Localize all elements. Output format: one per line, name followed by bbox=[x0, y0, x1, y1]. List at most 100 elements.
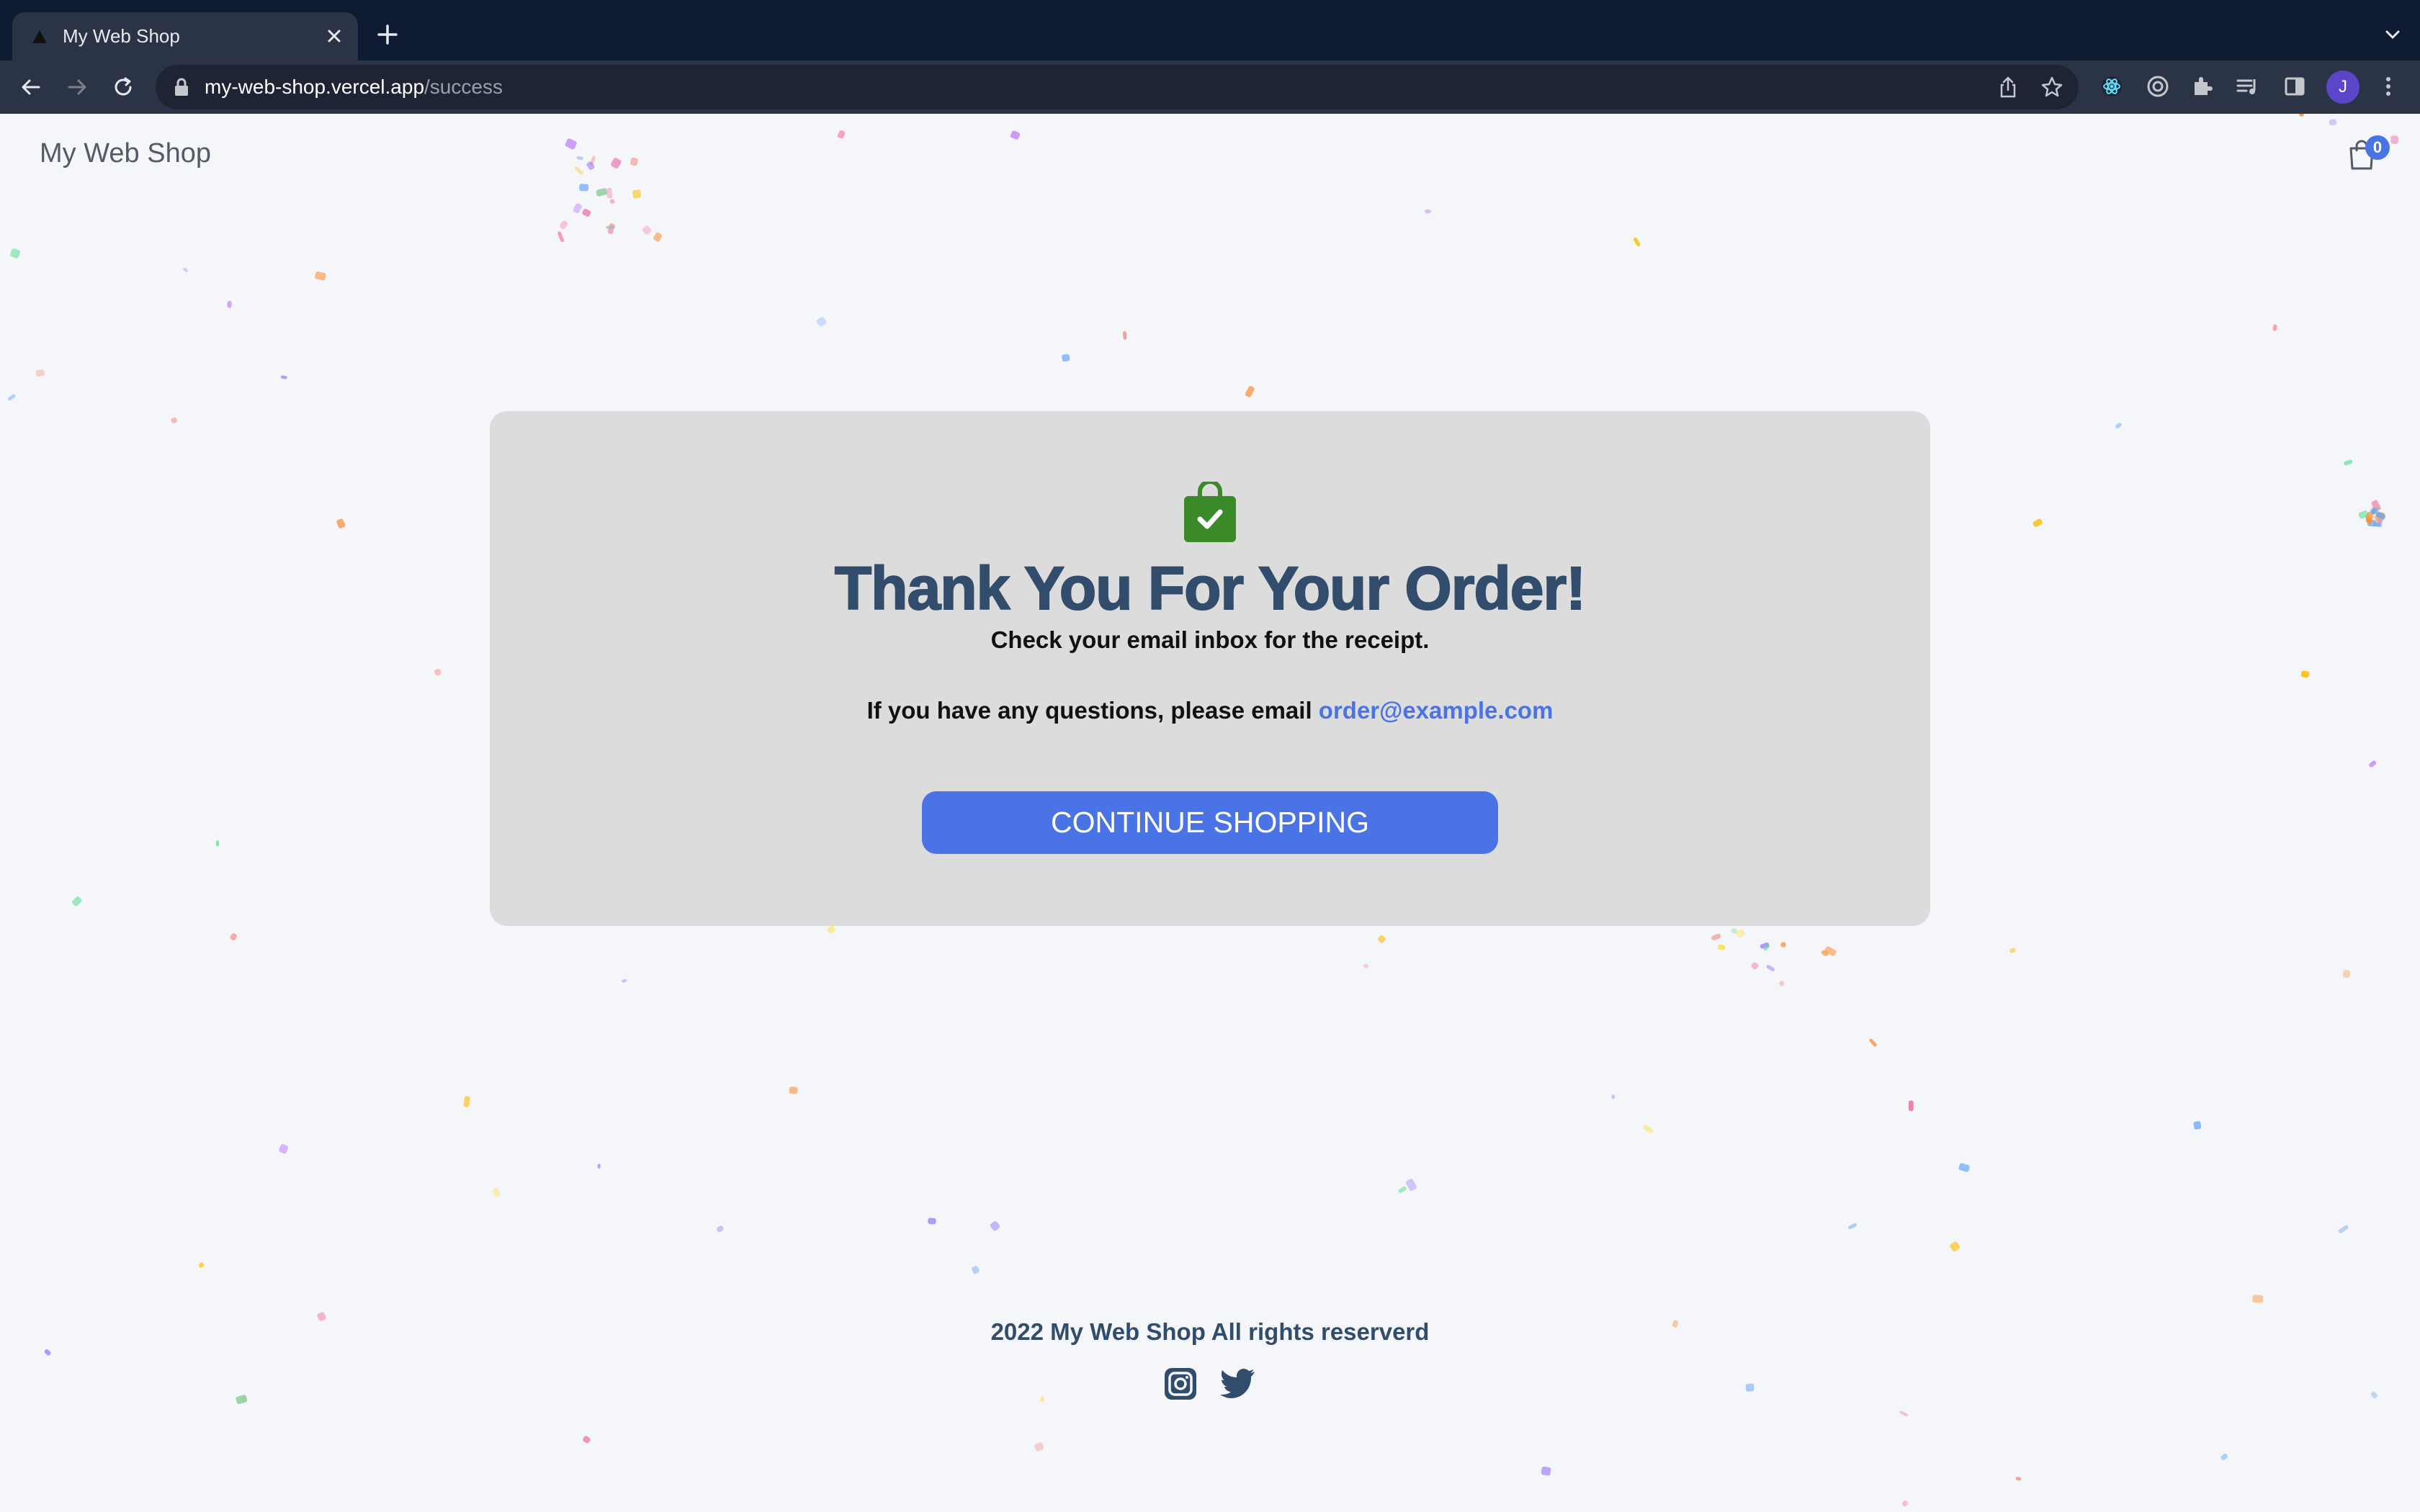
confetti-piece bbox=[44, 1349, 51, 1356]
brand-logo-text[interactable]: My Web Shop bbox=[40, 135, 211, 171]
confetti-piece bbox=[606, 187, 613, 199]
confetti-piece bbox=[579, 184, 589, 192]
confetti-piece bbox=[2373, 517, 2383, 527]
confetti-piece bbox=[1958, 1163, 1970, 1172]
confetti-piece bbox=[336, 518, 346, 528]
confetti-piece bbox=[2374, 514, 2380, 523]
confetti-piece bbox=[280, 375, 287, 379]
lock-icon[interactable] bbox=[173, 77, 190, 97]
confetti-piece bbox=[1010, 130, 1021, 140]
confetti-piece bbox=[1824, 946, 1837, 956]
confetti-piece bbox=[2375, 511, 2386, 520]
order-success-card: Thank You For Your Order! Check your ema… bbox=[490, 411, 1930, 926]
confetti-piece bbox=[71, 896, 82, 906]
confetti-piece bbox=[621, 978, 627, 983]
shopping-bag-check-icon bbox=[1184, 482, 1236, 542]
browser-menu-icon[interactable] bbox=[2374, 72, 2403, 101]
confetti-piece bbox=[1847, 1223, 1857, 1230]
confetti-piece bbox=[2390, 135, 2399, 144]
url-text[interactable]: my-web-shop.vercel.app/success bbox=[205, 74, 503, 100]
confetti-piece bbox=[2272, 324, 2277, 331]
reload-icon[interactable] bbox=[108, 72, 138, 102]
confetti-piece bbox=[1950, 1241, 1960, 1252]
confetti-piece bbox=[2015, 1477, 2022, 1481]
confetti-piece bbox=[653, 232, 663, 242]
confetti-piece bbox=[1398, 1186, 1407, 1193]
confetti-piece bbox=[2115, 423, 2122, 428]
confetti-piece bbox=[2366, 517, 2372, 525]
confetti-piece bbox=[789, 1086, 798, 1094]
extensions-icon[interactable] bbox=[2188, 72, 2217, 101]
confetti-piece bbox=[2344, 459, 2353, 466]
support-email-link[interactable]: order@example.com bbox=[1319, 697, 1554, 724]
tab-title: My Web Shop bbox=[63, 25, 180, 47]
confetti-piece bbox=[632, 189, 642, 199]
confetti-piece bbox=[2252, 1295, 2264, 1303]
confetti-piece bbox=[1717, 944, 1726, 950]
confetti-piece bbox=[215, 840, 220, 847]
back-icon[interactable] bbox=[16, 72, 46, 102]
confetti-piece bbox=[583, 1436, 591, 1444]
confetti-piece bbox=[2366, 516, 2372, 523]
confetti-piece bbox=[2370, 506, 2378, 514]
confetti-piece bbox=[557, 231, 565, 243]
media-queue-icon[interactable] bbox=[2233, 72, 2262, 101]
confetti-piece bbox=[827, 925, 836, 934]
confetti-piece bbox=[2374, 506, 2380, 513]
chevron-down-icon[interactable] bbox=[2381, 23, 2404, 46]
confetti-piece bbox=[236, 1395, 248, 1405]
confetti-piece bbox=[1541, 1467, 1551, 1476]
confetti-piece bbox=[1643, 1125, 1654, 1134]
confetti-piece bbox=[560, 220, 568, 229]
confetti-piece bbox=[198, 1262, 205, 1268]
confetti-piece bbox=[2329, 119, 2337, 126]
address-bar[interactable]: my-web-shop.vercel.app/success bbox=[156, 65, 2079, 109]
new-tab-icon[interactable] bbox=[373, 20, 402, 49]
confetti-piece bbox=[2338, 1225, 2349, 1233]
vercel-favicon-icon bbox=[32, 30, 47, 43]
confetti-piece bbox=[606, 225, 616, 230]
confetti-piece bbox=[837, 130, 846, 139]
react-devtools-icon[interactable] bbox=[2097, 72, 2126, 101]
confetti-piece bbox=[2342, 969, 2351, 978]
confetti-piece bbox=[2367, 519, 2376, 527]
confetti-piece bbox=[2220, 1453, 2228, 1461]
browser-tab[interactable]: My Web Shop bbox=[12, 12, 358, 60]
profile-avatar[interactable]: J bbox=[2326, 71, 2360, 104]
confetti-piece bbox=[1711, 933, 1721, 940]
footer-copyright: 2022 My Web Shop All rights reserverd bbox=[990, 1318, 1430, 1345]
confetti-piece bbox=[1780, 942, 1786, 948]
close-tab-icon[interactable] bbox=[321, 22, 348, 50]
confetti-piece bbox=[1908, 1100, 1914, 1112]
receipt-message: Check your email inbox for the receipt. bbox=[990, 626, 1430, 653]
instagram-icon[interactable] bbox=[1163, 1367, 1198, 1401]
confetti-piece bbox=[990, 1220, 1000, 1231]
confetti-piece bbox=[972, 1266, 980, 1274]
confetti-piece bbox=[1901, 1500, 1908, 1507]
confetti-piece bbox=[609, 199, 615, 204]
confetti-piece bbox=[1821, 950, 1829, 956]
confetti-piece bbox=[1039, 1396, 1044, 1402]
confetti-piece bbox=[315, 271, 326, 281]
continue-shopping-button[interactable]: CONTINUE SHOPPING bbox=[922, 791, 1498, 854]
confetti-piece bbox=[230, 933, 238, 940]
confetti-piece bbox=[582, 208, 591, 217]
side-panel-icon[interactable] bbox=[2280, 72, 2309, 101]
confetti-piece bbox=[171, 417, 177, 423]
page-viewport: My Web Shop 0 Thank You For Your Order! … bbox=[0, 114, 2420, 1512]
confetti-piece bbox=[1899, 1410, 1908, 1417]
twitter-icon[interactable] bbox=[1220, 1368, 1256, 1400]
forward-icon[interactable] bbox=[62, 72, 92, 102]
confetti-piece bbox=[7, 394, 16, 401]
confetti-piece bbox=[1869, 1038, 1877, 1047]
confetti-piece bbox=[2378, 516, 2383, 525]
confetti-piece bbox=[1378, 935, 1386, 943]
star-icon[interactable] bbox=[2040, 75, 2064, 99]
confetti-piece bbox=[1779, 981, 1785, 986]
confetti-piece bbox=[2378, 516, 2385, 521]
confetti-piece bbox=[35, 369, 45, 377]
share-icon[interactable] bbox=[1996, 75, 2020, 99]
confetti-piece bbox=[183, 267, 189, 273]
target-extension-icon[interactable] bbox=[2143, 72, 2172, 101]
confetti-piece bbox=[2370, 1391, 2378, 1399]
